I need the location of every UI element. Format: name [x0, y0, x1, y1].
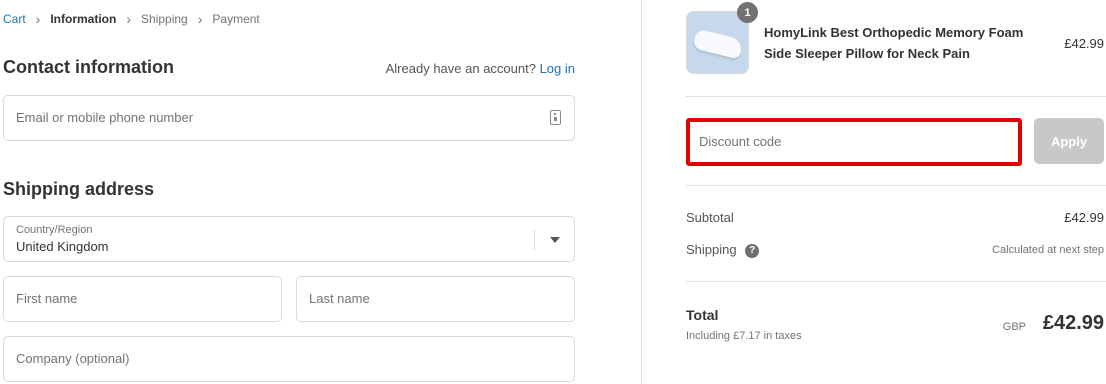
contact-information-title: Contact information	[3, 57, 174, 77]
subtotal-value: £42.99	[1064, 210, 1104, 225]
country-value: United Kingdom	[16, 239, 109, 254]
product-name: HomyLink Best Orthopedic Memory Foam Sid…	[764, 25, 1024, 61]
last-name-field[interactable]: Last name	[296, 276, 575, 322]
order-summary: 1 HomyLink Best Orthopedic Memory Foam S…	[642, 0, 1106, 384]
divider	[686, 96, 1106, 97]
total-amount: £42.99	[1042, 312, 1104, 334]
subtotal-label: Subtotal	[686, 210, 734, 225]
contact-card-icon	[550, 110, 561, 125]
country-select[interactable]: Country/Region United Kingdom	[3, 216, 575, 262]
breadcrumb-payment: Payment	[212, 12, 260, 26]
currency-code: GBP	[1002, 321, 1026, 333]
company-field[interactable]: Company (optional)	[3, 336, 575, 382]
chevron-right-icon: ›	[197, 11, 203, 27]
quantity-badge: 1	[737, 2, 758, 23]
product-price: £42.99	[1064, 36, 1104, 51]
checkout-form: Cart › Information › Shipping › Payment …	[0, 0, 640, 384]
chevron-right-icon: ›	[126, 11, 132, 27]
email-placeholder: Email or mobile phone number	[16, 110, 194, 125]
account-prompt-text: Already have an account?	[385, 61, 536, 76]
shipping-label: Shipping	[686, 242, 737, 257]
apply-button[interactable]: Apply	[1034, 118, 1104, 164]
shipping-address-title: Shipping address	[3, 179, 155, 199]
divider	[686, 281, 1106, 282]
divider	[686, 185, 1106, 186]
breadcrumb-cart[interactable]: Cart	[3, 12, 26, 26]
pillow-image	[692, 28, 744, 60]
breadcrumb-shipping: Shipping	[141, 12, 188, 26]
chevron-down-icon	[550, 237, 560, 243]
breadcrumb: Cart › Information › Shipping › Payment	[3, 12, 260, 26]
tax-note: Including £7.17 in taxes	[686, 330, 802, 342]
first-name-field[interactable]: First name	[3, 276, 282, 322]
country-label: Country/Region	[16, 224, 93, 236]
shipping-row: Shipping ?	[686, 242, 760, 258]
total-label: Total	[686, 307, 719, 323]
select-divider	[534, 230, 535, 250]
email-field[interactable]: Email or mobile phone number	[3, 95, 575, 141]
product-thumbnail: 1	[686, 2, 758, 74]
chevron-right-icon: ›	[35, 11, 41, 27]
first-name-placeholder: First name	[16, 291, 78, 306]
breadcrumb-information: Information	[50, 12, 117, 26]
company-placeholder: Company (optional)	[16, 351, 130, 366]
shipping-value: Calculated at next step	[992, 244, 1104, 256]
last-name-placeholder: Last name	[309, 291, 370, 306]
question-circle-icon[interactable]: ?	[745, 243, 760, 258]
discount-placeholder: Discount code	[699, 134, 782, 149]
login-link[interactable]: Log in	[540, 61, 575, 76]
discount-code-input[interactable]: Discount code	[686, 118, 1022, 166]
account-prompt: Already have an account? Log in	[386, 61, 575, 76]
